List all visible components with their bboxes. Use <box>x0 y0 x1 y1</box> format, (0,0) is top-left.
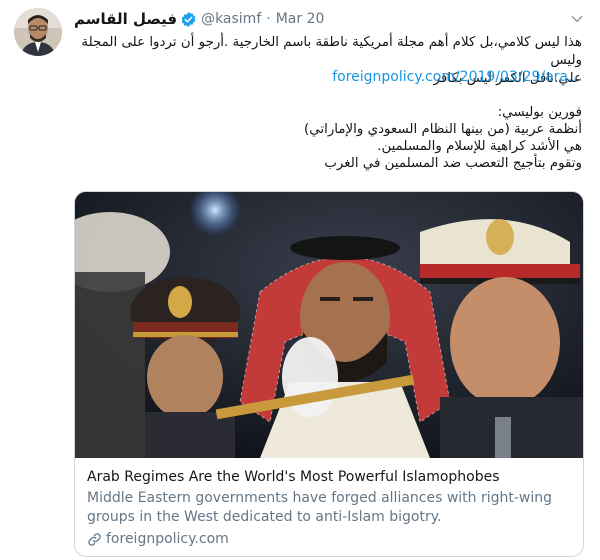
quote-line: وتقوم بتأجيج التعصب ضد المسلمين في الغرب <box>324 156 582 171</box>
link-icon <box>88 533 101 546</box>
tweet-date[interactable]: Mar 20 <box>276 11 325 27</box>
card-description: Middle Eastern governments have forged a… <box>87 490 553 525</box>
card-domain-text: foreignpolicy.com <box>106 531 229 547</box>
tweet-quote: فورين بوليسي: أنظمة عربية (من بينها النظ… <box>62 104 582 172</box>
verified-badge-icon <box>180 11 197 28</box>
tweet-header: فيصل القاسم @kasimf · Mar 20 <box>74 9 324 29</box>
user-handle[interactable]: @kasimf <box>201 11 261 27</box>
card-domain: foreignpolicy.com <box>87 530 571 549</box>
card-image[interactable] <box>75 192 583 458</box>
display-name[interactable]: فيصل القاسم <box>74 10 177 28</box>
tweet[interactable]: فيصل القاسم @kasimf · Mar 20 هذا ليس كلا… <box>0 0 600 560</box>
chevron-down-icon[interactable] <box>568 10 586 28</box>
card-title[interactable]: Arab Regimes Are the World's Most Powerf… <box>87 468 571 487</box>
quote-line: أنظمة عربية (من بينها النظام السعودي وال… <box>303 122 582 137</box>
tweet-text-line: هذا ليس كلامي،بل كلام أهم مجلة أمريكية ن… <box>81 35 582 68</box>
avatar[interactable] <box>14 8 62 56</box>
quote-line: هي الأشد كراهية للإسلام والمسلمين. <box>377 139 582 154</box>
separator-dot: · <box>266 11 271 27</box>
link-preview-card[interactable]: Arab Regimes Are the World's Most Powerf… <box>74 191 584 557</box>
avatar-image <box>14 8 62 56</box>
tweet-link[interactable]: foreignpolicy.com/2019/03/29/ara… <box>332 69 582 85</box>
quote-line: فورين بوليسي: <box>497 105 582 120</box>
